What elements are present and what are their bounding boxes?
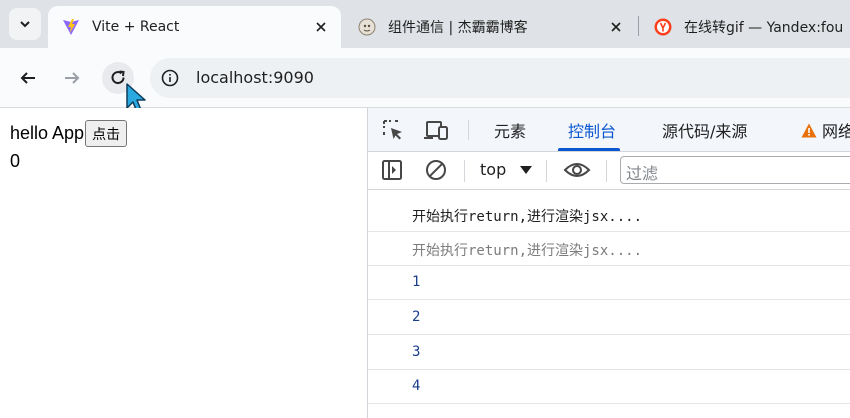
active-tab-indicator [558,148,620,151]
dropdown-arrow-icon [520,165,533,174]
forward-button[interactable] [56,62,88,94]
blog-icon [358,18,376,36]
context-value: top [480,160,507,179]
console-log-row: 4 [368,370,850,404]
log-message: 3 [412,344,421,360]
tab-strip: Vite + React 组件通信 | 杰霸霸博客 在线转gif — Yande… [0,0,850,48]
tab-network[interactable]: 网络 [822,118,850,142]
page-viewport: hello App 点击 0 [0,108,368,418]
close-icon[interactable] [608,19,624,35]
console-log-row: 开始执行return,进行渲染jsx.... [368,232,850,266]
log-message: 2 [412,309,421,325]
devtools-panel: 元素 控制台 源代码/来源 网络 top 过滤 开始执行return,进行渲染j… [368,108,850,418]
tab-title: Vite + React [92,19,180,35]
yandex-icon [654,18,672,36]
console-log-row: 1 [368,266,850,300]
log-message: 4 [412,378,421,394]
vite-icon [62,18,80,36]
chevron-down-icon [20,21,30,28]
divider [468,120,469,140]
arrow-right-icon [65,72,80,84]
sidebar-toggle-icon[interactable] [380,158,404,182]
console-toolbar: top 过滤 [368,152,850,190]
filter-input[interactable]: 过滤 [620,156,850,184]
hello-line: hello App 点击 [10,120,128,147]
log-message: 开始执行return,进行渲染jsx.... [412,243,643,259]
counter-value: 0 [10,151,21,171]
log-message: 1 [412,274,421,290]
eye-icon[interactable] [562,158,592,182]
divider [606,160,607,182]
divider [546,160,547,182]
arrow-left-icon [20,72,35,84]
tab-console[interactable]: 控制台 [568,118,616,142]
address-bar[interactable]: localhost:9090 [150,58,850,98]
site-info-icon[interactable] [158,66,182,90]
clear-console-icon[interactable] [424,158,448,182]
warning-icon [800,122,818,138]
tab-search-button[interactable] [9,8,41,40]
filter-placeholder: 过滤 [626,164,659,183]
console-log-row: 2 [368,301,850,335]
tab-sources[interactable]: 源代码/来源 [662,118,747,142]
context-selector[interactable]: top [480,160,533,179]
url-text[interactable]: localhost:9090 [196,68,314,87]
tab-separator [638,16,639,36]
tab-title: 在线转gif — Yandex:fou [684,20,844,36]
click-button[interactable]: 点击 [85,120,128,147]
close-icon[interactable] [313,19,329,35]
tab-elements[interactable]: 元素 [494,118,526,142]
divider [464,160,465,182]
back-button[interactable] [12,62,44,94]
tab-vite-react[interactable]: Vite + React [48,6,341,48]
console-log-row: 3 [368,336,850,370]
tab-blog[interactable]: 组件通信 | 杰霸霸博客 [344,6,636,48]
console-log-row: 开始执行return,进行渲染jsx.... [368,198,850,232]
tab-title: 组件通信 | 杰霸霸博客 [388,20,528,36]
hello-text: hello App [10,123,85,143]
device-toolbar-icon[interactable] [422,117,450,143]
devtools-tabbar: 元素 控制台 源代码/来源 网络 [368,108,850,152]
inspect-element-icon[interactable] [380,117,406,143]
log-message: 开始执行return,进行渲染jsx.... [412,209,643,225]
tab-yandex[interactable]: 在线转gif — Yandex:fou [640,6,850,48]
